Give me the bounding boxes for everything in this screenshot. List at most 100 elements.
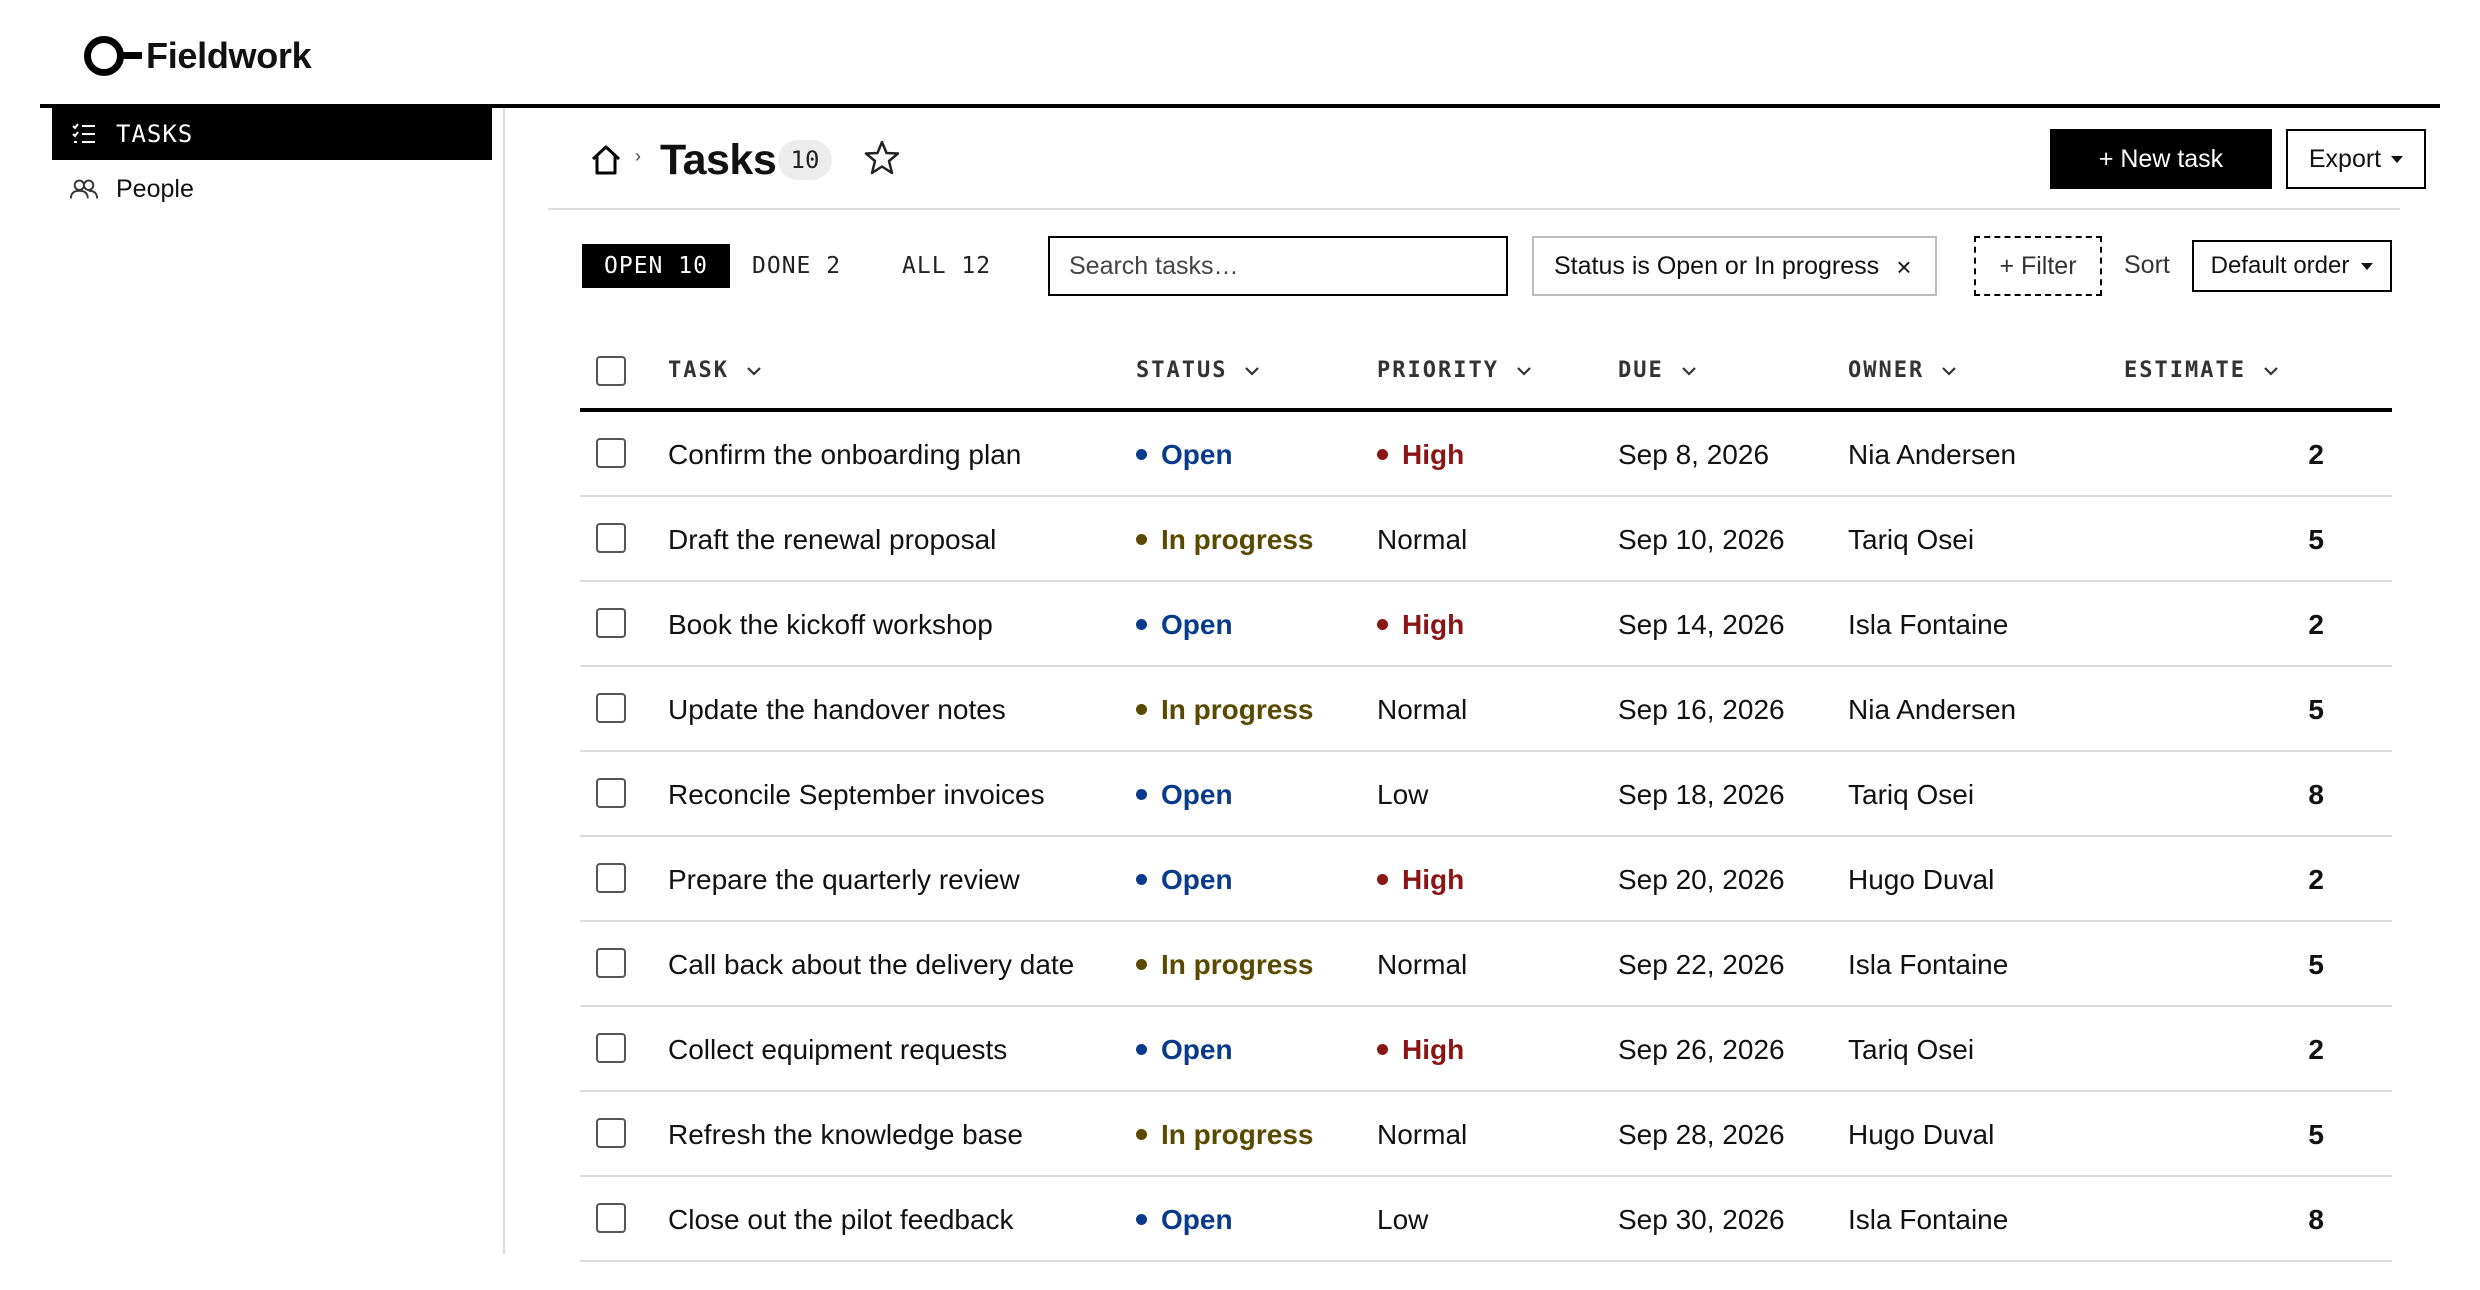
status-label: Open bbox=[1161, 1203, 1233, 1235]
table-row[interactable]: Draft the renewal proposal In progress Nor… bbox=[580, 497, 2392, 582]
task-title[interactable]: Update the handover notes bbox=[668, 667, 1006, 752]
status-label: In progress bbox=[1161, 523, 1314, 555]
due-date: Sep 30, 2026 bbox=[1618, 1203, 1785, 1235]
brand[interactable]: Fieldwork bbox=[84, 34, 312, 78]
row-checkbox[interactable] bbox=[596, 693, 626, 723]
sort-select[interactable]: Default order bbox=[2192, 240, 2392, 292]
priority-cell: Normal bbox=[1377, 1092, 1467, 1177]
table-row[interactable]: Prepare the quarterly review Open High Sep … bbox=[580, 837, 2392, 922]
table-row[interactable]: Collect equipment requests Open High Sep 26… bbox=[580, 1007, 2392, 1092]
checklist-icon bbox=[70, 120, 98, 148]
row-checkbox[interactable] bbox=[596, 438, 626, 468]
task-title[interactable]: Draft the renewal proposal bbox=[668, 497, 996, 582]
estimate-value: 5 bbox=[2308, 523, 2324, 555]
row-checkbox[interactable] bbox=[596, 778, 626, 808]
owner-name: Hugo Duval bbox=[1848, 1118, 1995, 1150]
export-button[interactable]: Export bbox=[2286, 129, 2426, 189]
status-cell: Open bbox=[1136, 412, 1233, 497]
column-label: STATUS bbox=[1136, 358, 1228, 383]
sidebar: TASKS People bbox=[40, 108, 505, 1254]
status-filter-chip[interactable]: Status is Open or In progress × bbox=[1532, 236, 1937, 296]
due-date: Sep 20, 2026 bbox=[1618, 863, 1785, 895]
status-dot-icon bbox=[1136, 1214, 1147, 1225]
estimate-value: 5 bbox=[2308, 1118, 2324, 1150]
export-label: Export bbox=[2308, 144, 2382, 173]
status-dot-icon bbox=[1136, 874, 1147, 885]
status-dot-icon bbox=[1136, 1044, 1147, 1055]
priority-label: High bbox=[1402, 1033, 1465, 1065]
new-task-button[interactable]: + New task bbox=[2050, 129, 2272, 189]
table-row[interactable]: Confirm the onboarding plan Open High Sep 8… bbox=[580, 412, 2392, 497]
priority-cell: Low bbox=[1377, 752, 1428, 837]
sort-label: Sort bbox=[2124, 251, 2170, 279]
task-table-body: Confirm the onboarding plan Open High Sep 8… bbox=[580, 412, 2392, 1262]
row-checkbox[interactable] bbox=[596, 523, 626, 553]
sidebar-item-people[interactable]: People bbox=[52, 163, 492, 215]
status-label: In progress bbox=[1161, 693, 1314, 725]
task-title[interactable]: Book the kickoff workshop bbox=[668, 582, 993, 667]
estimate-value: 8 bbox=[2308, 1203, 2324, 1235]
priority-label: High bbox=[1402, 863, 1465, 895]
status-cell: In progress bbox=[1136, 1092, 1313, 1177]
column-header-due[interactable]: DUE bbox=[1618, 358, 1700, 383]
task-title[interactable]: Call back about the delivery date bbox=[668, 922, 1074, 1007]
tab-done[interactable]: DONE 2 bbox=[752, 244, 841, 288]
add-filter-button[interactable]: + Filter bbox=[1974, 236, 2102, 296]
table-row[interactable]: Book the kickoff workshop Open High Sep 14,… bbox=[580, 582, 2392, 667]
table-row[interactable]: Reconcile September invoices Open Low Sep 1… bbox=[580, 752, 2392, 837]
column-header-estimate[interactable]: ESTIMATE bbox=[2124, 358, 2282, 383]
column-header-status[interactable]: STATUS bbox=[1136, 358, 1263, 383]
row-checkbox[interactable] bbox=[596, 1203, 626, 1233]
task-title[interactable]: Reconcile September invoices bbox=[668, 752, 1045, 837]
task-title[interactable]: Close out the pilot feedback bbox=[668, 1177, 1014, 1262]
status-cell: Open bbox=[1136, 837, 1233, 922]
table-row[interactable]: Close out the pilot feedback Open Low Sep 3… bbox=[580, 1177, 2392, 1262]
task-title[interactable]: Refresh the knowledge base bbox=[668, 1092, 1023, 1177]
owner-name: Nia Andersen bbox=[1848, 693, 2017, 725]
owner-name: Isla Fontaine bbox=[1848, 1203, 2009, 1235]
priority-label: High bbox=[1402, 438, 1465, 470]
row-checkbox[interactable] bbox=[596, 948, 626, 978]
page-title: Tasks bbox=[660, 136, 777, 184]
page-header: › Tasks 10 + New task Export bbox=[548, 124, 2426, 210]
column-label: TASK bbox=[668, 358, 729, 383]
row-checkbox[interactable] bbox=[596, 608, 626, 638]
due-date: Sep 18, 2026 bbox=[1618, 778, 1785, 810]
row-checkbox[interactable] bbox=[596, 1033, 626, 1063]
star-icon[interactable] bbox=[862, 138, 904, 180]
caret-down-icon bbox=[2361, 262, 2374, 270]
task-title[interactable]: Collect equipment requests bbox=[668, 1007, 1007, 1092]
close-icon[interactable]: × bbox=[1889, 252, 1919, 282]
task-title[interactable]: Prepare the quarterly review bbox=[668, 837, 1020, 922]
select-all-checkbox[interactable] bbox=[596, 356, 626, 386]
table-row[interactable]: Call back about the delivery date In prog… bbox=[580, 922, 2392, 1007]
column-header-task[interactable]: TASK bbox=[668, 358, 765, 383]
home-icon[interactable] bbox=[588, 142, 624, 178]
sidebar-item-label: TASKS bbox=[116, 120, 194, 148]
table-row[interactable]: Update the handover notes In progress Norm… bbox=[580, 667, 2392, 752]
priority-label: Normal bbox=[1377, 523, 1468, 555]
column-header-owner[interactable]: OWNER bbox=[1848, 358, 1960, 383]
brand-name: Fieldwork bbox=[146, 35, 312, 76]
sidebar-item-tasks[interactable]: TASKS bbox=[52, 108, 492, 160]
column-header-priority[interactable]: PRIORITY bbox=[1377, 358, 1535, 383]
status-cell: In progress bbox=[1136, 497, 1313, 582]
filter-chip-label: Status is Open or In progress bbox=[1554, 251, 1880, 280]
row-checkbox[interactable] bbox=[596, 863, 626, 893]
column-label: OWNER bbox=[1848, 358, 1925, 383]
task-title[interactable]: Confirm the onboarding plan bbox=[668, 412, 1021, 497]
status-dot-icon bbox=[1136, 959, 1147, 970]
due-date: Sep 14, 2026 bbox=[1618, 608, 1785, 640]
table-row[interactable]: Refresh the knowledge base In progress Nor… bbox=[580, 1092, 2392, 1177]
search-input[interactable] bbox=[1048, 236, 1508, 296]
priority-cell: High bbox=[1377, 837, 1464, 922]
tab-all[interactable]: ALL 12 bbox=[902, 244, 991, 288]
priority-label: Normal bbox=[1377, 948, 1468, 980]
status-label: Open bbox=[1161, 608, 1233, 640]
tab-open[interactable]: OPEN 10 bbox=[582, 244, 730, 288]
row-checkbox[interactable] bbox=[596, 1118, 626, 1148]
estimate-value: 2 bbox=[2308, 863, 2324, 895]
status-dot-icon bbox=[1136, 704, 1147, 715]
owner-name: Tariq Osei bbox=[1848, 1033, 1975, 1065]
priority-dot-icon bbox=[1377, 449, 1388, 460]
